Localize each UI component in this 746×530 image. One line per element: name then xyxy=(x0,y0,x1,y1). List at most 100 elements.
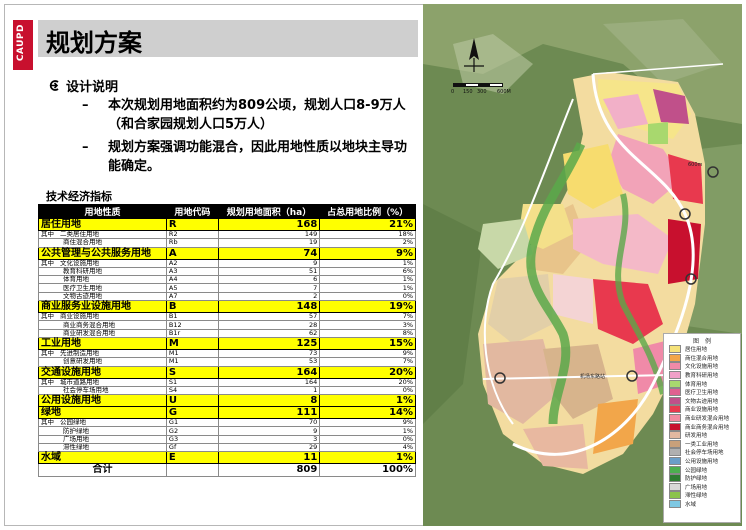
table-sub-row: 商业商务混合用地 B12 28 3% xyxy=(38,320,416,330)
legend-swatch xyxy=(669,362,681,371)
land-use-percentage: 1% xyxy=(319,451,416,465)
section-heading: 设计说明 xyxy=(48,76,118,95)
land-use-code: A xyxy=(165,246,219,260)
legend-item: 文化设施用地 xyxy=(664,362,740,371)
sub-land-use-percentage: 20% xyxy=(319,377,416,387)
sub-land-use-percentage: 9% xyxy=(319,418,416,428)
table-sub-row: 其中 公园绿地 G1 70 9% xyxy=(38,418,416,428)
sub-land-use-label: 商业商务混合用地 xyxy=(63,320,115,329)
sub-land-use-name: 商住混合用地 xyxy=(38,238,167,248)
sub-land-use-name: 医疗卫生用地 xyxy=(38,283,167,293)
land-use-code: E xyxy=(165,451,219,465)
legend-item: 水域 xyxy=(664,499,740,509)
sub-land-use-percentage: 4% xyxy=(319,443,416,453)
header-code: 用地代码 xyxy=(165,204,219,219)
table-sub-row: 社会停车场用地 S4 1 0% xyxy=(38,385,416,396)
table-sub-row: 商业研发混合用地 B1r 62 8% xyxy=(38,328,416,338)
legend-item: 一类工业用地 xyxy=(664,439,740,449)
design-point-2: – 规划方案强调功能混合，因此用地性质以地块主导功能确定。 xyxy=(82,140,408,174)
sub-land-use-code: M1 xyxy=(165,357,219,367)
sub-land-use-name: 其中 先进制造用地 xyxy=(38,348,167,359)
land-use-percentage: 15% xyxy=(319,336,416,350)
sub-prefix: 其中 xyxy=(41,377,54,386)
sub-land-use-code: A7 xyxy=(165,291,219,302)
sub-land-use-area: 28 xyxy=(217,320,321,330)
legend-label: 广场用地 xyxy=(685,484,708,491)
north-arrow-icon xyxy=(462,38,486,76)
legend-item: 公用设施用地 xyxy=(664,457,740,466)
legend-label: 教育科研用地 xyxy=(685,373,719,380)
legend-label: 研发用地 xyxy=(685,433,708,440)
legend-item: 体育用地 xyxy=(664,379,740,388)
sub-land-use-percentage: 1% xyxy=(319,426,416,436)
sub-land-use-name: 广场用地 xyxy=(38,434,167,445)
legend-item: 文物古迹用地 xyxy=(664,396,740,406)
sub-land-use-label: 教育科研用地 xyxy=(63,267,102,276)
land-use-area: 125 xyxy=(217,336,321,350)
table-group-row: 水域 E 11 1% xyxy=(38,451,416,465)
legend-item: 研发用地 xyxy=(664,431,740,440)
curved-arrow-icon xyxy=(48,80,66,95)
table-sub-row: 广场用地 G3 3 0% xyxy=(38,434,416,445)
total-area: 809 xyxy=(217,463,321,478)
sub-land-use-area: 7 xyxy=(217,283,321,293)
sub-land-use-area: 51 xyxy=(217,266,321,277)
land-use-code: U xyxy=(165,394,219,408)
legend-item: 防护绿地 xyxy=(664,474,740,483)
sub-land-use-name: 其中 文化设施用地 xyxy=(38,258,167,268)
sub-prefix: 其中 xyxy=(41,230,54,239)
legend-swatch xyxy=(669,379,681,388)
map-station-label: 机场东路站 xyxy=(580,374,606,380)
sub-land-use-name: 社会停车场用地 xyxy=(38,385,167,396)
legend-swatch xyxy=(669,371,681,380)
sub-land-use-code: A4 xyxy=(165,275,219,285)
land-use-name: 绿地 xyxy=(38,406,167,420)
land-use-area: 8 xyxy=(217,394,321,408)
land-use-area: 164 xyxy=(217,365,321,379)
total-code-empty xyxy=(165,463,219,478)
sub-land-use-code: Gf xyxy=(165,443,219,453)
table-total-row: 合计 809 100% xyxy=(38,463,416,478)
legend-title: 图 例 xyxy=(692,338,711,345)
sub-land-use-area: 70 xyxy=(217,418,321,428)
legend-label: 商业商务混合用地 xyxy=(685,424,730,431)
sub-land-use-code: B1r xyxy=(165,328,219,338)
title-bar: 规划方案 xyxy=(38,20,418,57)
land-use-area: 111 xyxy=(217,406,321,420)
table-group-row: 公用设施用地 U 8 1% xyxy=(38,394,416,408)
sub-land-use-code: G1 xyxy=(165,418,219,428)
legend-swatch xyxy=(669,353,681,362)
legend-swatch xyxy=(669,491,681,500)
legend-swatch xyxy=(669,439,681,448)
legend-label: 公用设施用地 xyxy=(685,459,719,466)
header-area: 规划用地面积（ha） xyxy=(217,204,321,219)
land-use-code: M xyxy=(165,336,219,350)
sub-land-use-name: 文物古迹用地 xyxy=(38,291,167,302)
legend-swatch xyxy=(669,482,681,491)
table-sub-row: 防护绿地 G2 9 1% xyxy=(38,426,416,436)
sub-land-use-area: 149 xyxy=(217,229,321,240)
legend-label: 体育用地 xyxy=(685,381,708,388)
sub-land-use-name: 其中 公园绿地 xyxy=(38,418,167,428)
sub-land-use-name: 防护绿地 xyxy=(38,426,167,436)
sub-land-use-label: 防护绿地 xyxy=(63,426,89,435)
sub-land-use-area: 9 xyxy=(217,258,321,268)
table-group-row: 工业用地 M 125 15% xyxy=(38,336,416,350)
sub-land-use-name: 商业商务混合用地 xyxy=(38,320,167,330)
legend-label: 水域 xyxy=(685,501,697,508)
legend-label: 防护绿地 xyxy=(685,476,708,483)
legend-item: 商住混合用地 xyxy=(664,353,740,363)
sub-land-use-label: 商住混合用地 xyxy=(63,238,102,247)
sub-land-use-area: 19 xyxy=(217,238,321,248)
sub-prefix: 其中 xyxy=(41,349,54,358)
sub-prefix: 其中 xyxy=(41,258,54,267)
sub-land-use-code: B1 xyxy=(165,312,219,322)
sub-land-use-label: 文化设施用地 xyxy=(60,258,99,267)
land-use-code: B xyxy=(165,300,219,314)
sub-land-use-label: 先进制造用地 xyxy=(60,349,99,358)
economic-indicators-table: 用地性质 用地代码 规划用地面积（ha） 占总用地比例（%） 居住用地 R 168 2… xyxy=(38,204,416,478)
table-group-row: 公共管理与公共服务用地 A 74 9% xyxy=(38,246,416,260)
sub-land-use-code: G2 xyxy=(165,426,219,436)
legend-item: 滞性绿地 xyxy=(664,491,740,500)
sub-land-use-label: 商业研发混合用地 xyxy=(63,328,115,337)
